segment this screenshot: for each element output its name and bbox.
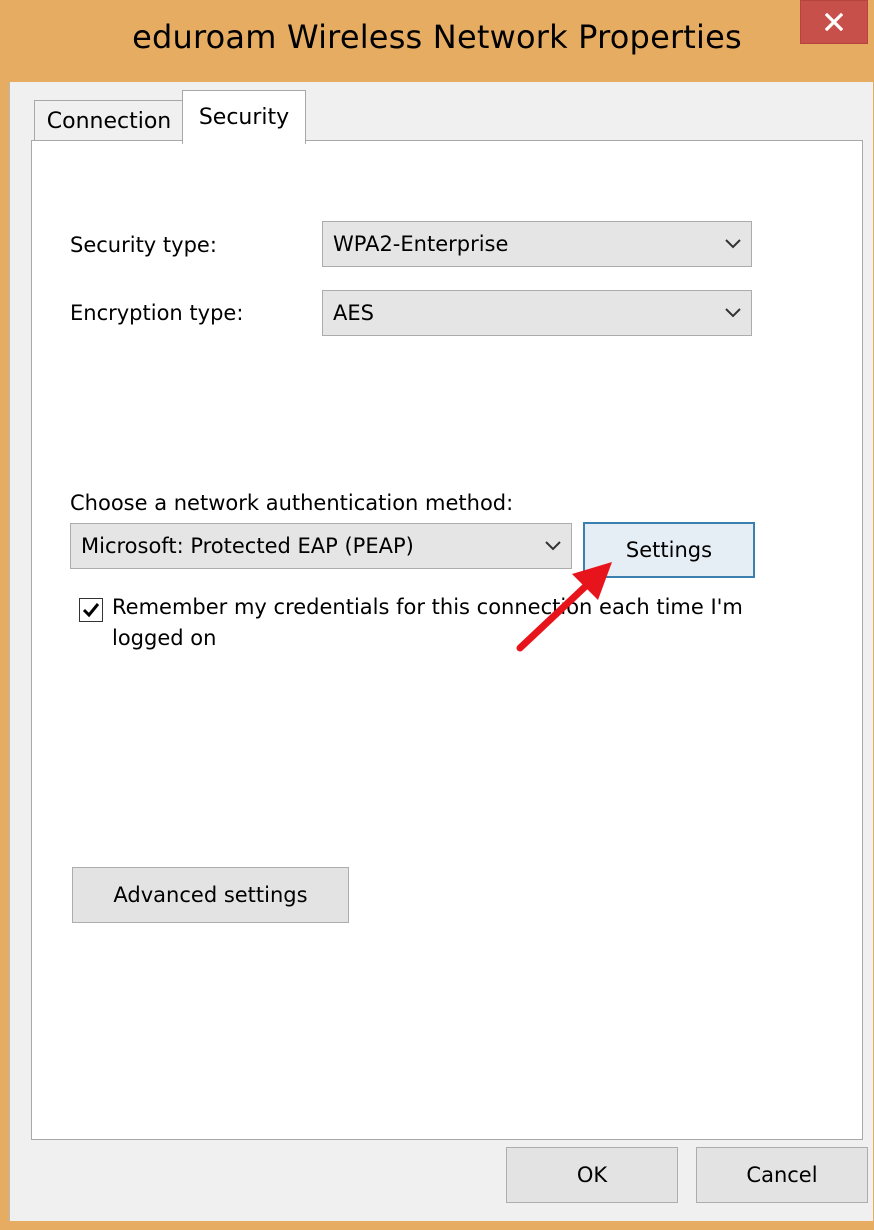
tab-connection[interactable]: Connection — [34, 100, 184, 142]
remember-credentials-checkbox[interactable] — [79, 598, 103, 622]
security-type-label: Security type: — [70, 233, 217, 257]
title-bar[interactable]: eduroam Wireless Network Properties — [0, 0, 874, 82]
security-tab-panel: Security type: WPA2-Enterprise Encryptio… — [31, 140, 863, 1140]
dialog-client-area: Connection Security Security type: WPA2-… — [9, 82, 873, 1221]
encryption-type-value: AES — [333, 301, 374, 325]
chevron-down-icon — [545, 541, 561, 551]
advanced-settings-button[interactable]: Advanced settings — [72, 867, 349, 923]
chevron-down-icon — [725, 239, 741, 249]
dialog-window: eduroam Wireless Network Properties Conn… — [0, 0, 874, 1230]
security-type-value: WPA2-Enterprise — [333, 232, 509, 256]
chevron-down-icon — [725, 308, 741, 318]
settings-button[interactable]: Settings — [583, 522, 755, 578]
remember-credentials-label: Remember my credentials for this connect… — [112, 595, 743, 650]
encryption-type-label: Encryption type: — [70, 301, 244, 325]
close-button[interactable] — [800, 0, 868, 44]
cancel-button[interactable]: Cancel — [696, 1147, 868, 1203]
auth-method-dropdown[interactable]: Microsoft: Protected EAP (PEAP) — [70, 523, 572, 569]
tab-security[interactable]: Security — [182, 90, 306, 144]
encryption-type-dropdown[interactable]: AES — [322, 290, 752, 336]
auth-method-label: Choose a network authentication method: — [70, 491, 514, 515]
auth-method-value: Microsoft: Protected EAP (PEAP) — [81, 534, 414, 558]
checkmark-icon — [82, 603, 100, 618]
close-icon — [825, 13, 843, 31]
window-title: eduroam Wireless Network Properties — [132, 18, 742, 56]
security-type-dropdown[interactable]: WPA2-Enterprise — [322, 221, 752, 267]
ok-button[interactable]: OK — [506, 1147, 678, 1203]
